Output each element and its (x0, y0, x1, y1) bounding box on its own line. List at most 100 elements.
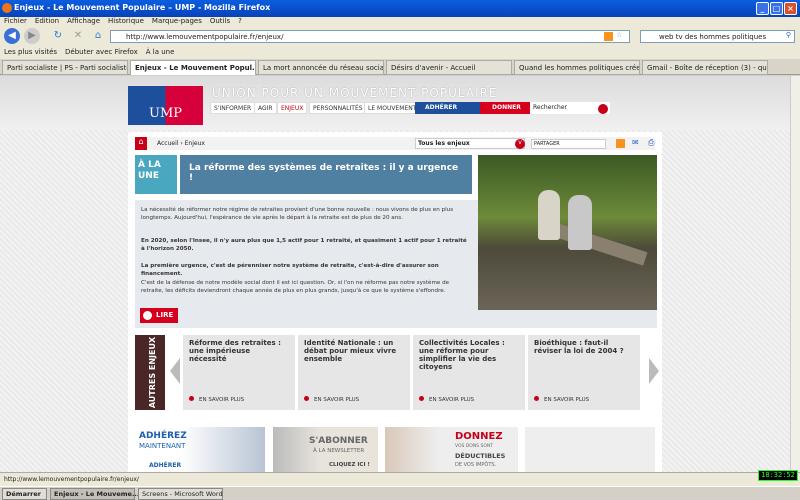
cliquez-link[interactable]: CLIQUEZ ICI ! (329, 462, 370, 468)
banner-row: ADHÉREZ MAINTENANT ADHÉRER S'ABONNER À L… (128, 420, 662, 472)
bookmarks-toolbar: Les plus visités Débuter avec Firefox À la… (0, 45, 800, 59)
card-title[interactable]: Identité Nationale : un débat pour mieux… (304, 339, 396, 363)
adherer-button[interactable]: ADHÉRER (415, 102, 480, 114)
maintenant-text: MAINTENANT (139, 442, 186, 450)
search-text: web tv des hommes politiques (659, 33, 767, 41)
window-titlebar: Enjeux - Le Mouvement Populaire – UMP - … (0, 0, 800, 17)
paragraph-2: En 2020, selon l'Insee, il n'y aura plus… (141, 238, 467, 252)
ump-logo[interactable]: UMP (128, 86, 203, 125)
minimize-button[interactable]: _ (756, 2, 769, 15)
dons-text-1: VOS DONS SONT (455, 444, 494, 449)
donnez-text: DONNEZ (455, 431, 503, 442)
site-title: UNION POUR UN MOUVEMENT POPULAIRE (212, 86, 498, 100)
headline[interactable]: La réforme des systèmes de retraites : i… (180, 155, 472, 194)
tab-desirs-davenir[interactable]: Désirs d'avenir - Accueil (386, 60, 512, 75)
enjeux-select[interactable]: Tous les enjeux (415, 138, 525, 149)
donnez-banner[interactable]: DONNEZ VOS DONS SONT DÉDUCTIBLES DE VOS … (385, 427, 518, 472)
menu-outils[interactable]: Outils (210, 17, 230, 25)
newsletter-text: À LA NEWSLETTER (313, 448, 365, 454)
rss-icon[interactable] (616, 139, 625, 148)
chevron-down-icon[interactable]: v (515, 139, 525, 149)
nav-personnalites[interactable]: PERSONNALITÉS (309, 102, 367, 114)
enjeu-card[interactable]: Réforme des retraites : une impérieuse n… (183, 335, 295, 410)
status-text: http://www.lemouvementpopulaire.fr/enjeu… (4, 476, 139, 483)
enjeu-card[interactable]: Identité Nationale : un débat pour mieux… (298, 335, 410, 410)
menu-fichier[interactable]: Fichier (4, 17, 27, 25)
autres-enjeux-text: AUTRES ENJEUX (148, 336, 158, 409)
breadcrumb-bar: ⌂ Accueil › Enjeux Tous les enjeux v PAR… (135, 137, 655, 150)
menu-marque-pages[interactable]: Marque-pages (152, 17, 202, 25)
plus-icon (143, 311, 152, 320)
en-savoir-plus-link[interactable]: EN SAVOIR PLUS (419, 396, 474, 404)
menu-bar: Fichier Édition Affichage Historique Marque-… (0, 17, 800, 27)
autres-enjeux-label: AUTRES ENJEUX (135, 335, 165, 410)
email-icon[interactable]: ✉ (632, 138, 639, 147)
menu-affichage[interactable]: Affichage (67, 17, 100, 25)
a-la-une-label: À LA UNE (135, 155, 177, 194)
lire-button[interactable]: LIRE (140, 308, 178, 323)
bookmark-star-icon[interactable]: ☆ (616, 31, 622, 39)
start-button[interactable]: Démarrer (2, 488, 47, 500)
paragraph-1: La nécessité de réformer notre régime de… (141, 207, 454, 221)
search-go-button[interactable] (598, 104, 608, 114)
reload-icon[interactable]: ↻ (50, 28, 66, 44)
forward-button[interactable]: ▶ (24, 28, 40, 44)
maximize-button[interactable]: □ (770, 2, 783, 15)
enjeu-card[interactable]: Bioéthique : faut-il réviser la loi de 2… (528, 335, 640, 410)
bookmark-getting-started[interactable]: Débuter avec Firefox (65, 48, 138, 56)
adherez-banner[interactable]: ADHÉREZ MAINTENANT ADHÉRER (135, 427, 265, 472)
search-box[interactable]: web tv des hommes politiques ⚲ (640, 30, 795, 43)
nav-agir[interactable]: AGIR (254, 102, 277, 114)
menu-historique[interactable]: Historique (108, 17, 144, 25)
breadcrumb[interactable]: Accueil › Enjeux (157, 140, 205, 147)
enjeu-card[interactable]: Collectivités Locales : une réforme pour… (413, 335, 525, 410)
empty-banner (525, 427, 655, 472)
dons-text-2: DÉDUCTIBLES (455, 452, 506, 460)
home-icon[interactable]: ⌂ (90, 28, 106, 44)
taskbar: Démarrer Enjeux - Le Mouveme... Screens … (0, 486, 800, 500)
card-title[interactable]: Réforme des retraites : une impérieuse n… (189, 339, 281, 363)
carousel-prev-arrow[interactable] (170, 358, 180, 384)
search-icon[interactable]: ⚲ (786, 31, 791, 39)
menu-help[interactable]: ? (238, 17, 242, 25)
taskbar-firefox[interactable]: Enjeux - Le Mouveme... (50, 488, 139, 500)
firefox-icon (2, 3, 12, 13)
tab-enjeux[interactable]: Enjeux - Le Mouvement Popul... (130, 60, 256, 75)
web-page: UMP UNION POUR UN MOUVEMENT POPULAIRE S'… (0, 76, 790, 472)
nav-sinformer[interactable]: S'INFORMER (210, 102, 256, 114)
bookmark-a-la-une[interactable]: À la une (146, 48, 175, 56)
back-button[interactable]: ◀ (4, 28, 20, 44)
carousel-next-arrow[interactable] (649, 358, 659, 384)
vertical-scrollbar[interactable] (790, 76, 800, 472)
en-savoir-plus-link[interactable]: EN SAVOIR PLUS (189, 396, 244, 404)
tab-mort-annoncee[interactable]: La mort annoncée du réseau social ... (258, 60, 384, 75)
en-savoir-plus-link[interactable]: EN SAVOIR PLUS (534, 396, 589, 404)
home-icon[interactable]: ⌂ (135, 137, 147, 150)
adherez-text: ADHÉREZ (139, 431, 187, 441)
tab-parti-socialiste[interactable]: Parti socialiste | PS - Parti socialiste (2, 60, 128, 75)
card-title[interactable]: Collectivités Locales : une réforme pour… (419, 339, 505, 371)
menu-edition[interactable]: Édition (35, 17, 59, 25)
status-bar: http://www.lemouvementpopulaire.fr/enjeu… (0, 472, 800, 486)
window-title: Enjeux - Le Mouvement Populaire – UMP - … (14, 3, 271, 12)
newsletter-banner[interactable]: S'ABONNER À LA NEWSLETTER CLIQUEZ ICI ! (273, 427, 378, 472)
tab-gmail[interactable]: Gmail - Boîte de réception (3) - quin... (642, 60, 768, 75)
tab-hommes-politiques[interactable]: Quand les hommes politiques créen... (514, 60, 640, 75)
abonner-text: S'ABONNER (309, 436, 368, 446)
adherer-link[interactable]: ADHÉRER (149, 462, 181, 469)
bookmark-most-visited[interactable]: Les plus visités (4, 48, 57, 56)
nav-le-mouvement[interactable]: LE MOUVEMENT (364, 102, 421, 114)
donner-button[interactable]: DONNER (480, 102, 530, 114)
share-button[interactable]: PARTAGER (531, 139, 606, 149)
en-savoir-plus-link[interactable]: EN SAVOIR PLUS (304, 396, 359, 404)
stop-icon[interactable]: ✕ (70, 28, 86, 44)
rss-icon[interactable] (604, 32, 613, 41)
nav-enjeux[interactable]: ENJEUX (277, 102, 308, 114)
paragraph-3: La première urgence, c'est de pérenniser… (141, 263, 439, 277)
close-button[interactable]: × (784, 2, 797, 15)
retirees-bench-photo (478, 155, 657, 310)
print-icon[interactable]: ⎙ (648, 138, 654, 148)
card-title[interactable]: Bioéthique : faut-il réviser la loi de 2… (534, 339, 624, 355)
taskbar-word[interactable]: Screens - Microsoft Word (138, 488, 223, 500)
url-bar[interactable]: http://www.lemouvementpopulaire.fr/enjeu… (110, 30, 630, 43)
